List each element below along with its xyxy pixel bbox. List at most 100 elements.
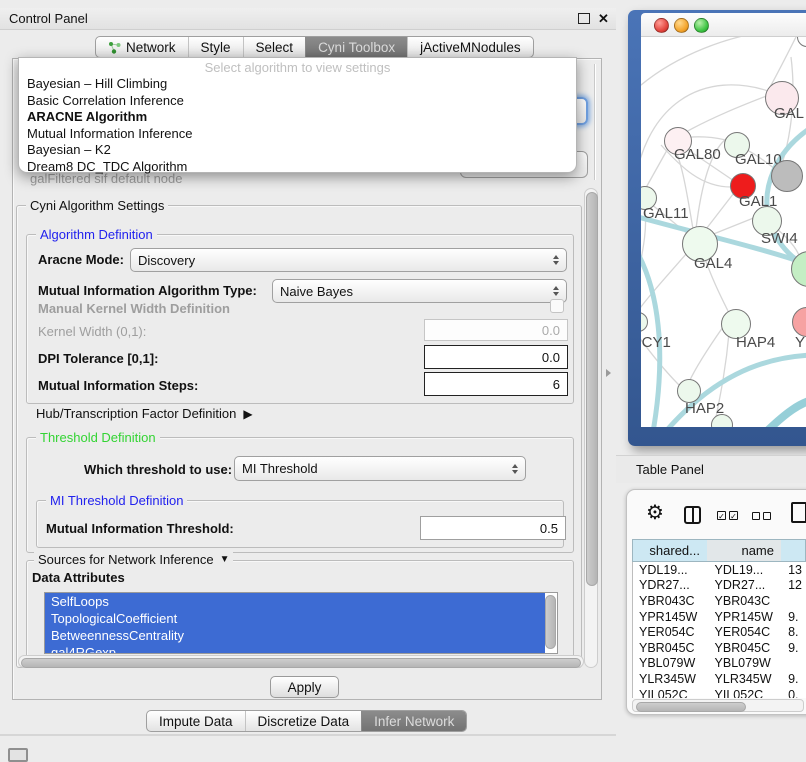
chevron-down-icon: ▼ (220, 554, 230, 565)
cell-value: 9. (782, 610, 806, 624)
tab-impute-data[interactable]: Impute Data (147, 711, 245, 731)
collapsed-panel-icon[interactable] (8, 748, 28, 762)
tab-discretize-data[interactable]: Discretize Data (245, 711, 362, 731)
algorithm-option[interactable]: Bayesian – Hill Climbing (19, 76, 576, 93)
table-row[interactable]: YER054CYER054C8. (633, 624, 806, 640)
close-window-icon[interactable] (654, 18, 669, 33)
node-label: Y (795, 334, 805, 351)
mi-steps-input[interactable]: 6 (424, 372, 568, 396)
network-canvas[interactable]: GAL GAL80 GAL10 GAL1 GAL11 SWI4 GAL4 GCY… (641, 37, 806, 427)
cell-value: 8. (782, 625, 806, 639)
table-row[interactable]: YBR045CYBR045C9. (633, 640, 806, 656)
node-label: GAL (774, 105, 804, 122)
attribute-item[interactable]: SelfLoops (45, 593, 545, 610)
table-row[interactable]: YIL052CYIL052C0. (633, 687, 806, 698)
algorithm-option[interactable]: Dream8 DC_TDC Algorithm (19, 159, 576, 176)
column-header-name[interactable]: name (707, 539, 782, 562)
control-panel-title: Control Panel (9, 11, 88, 26)
mi-steps-label: Mutual Information Steps: (38, 378, 198, 393)
kernel-width-input[interactable]: 0.0 (424, 319, 568, 341)
dpi-tolerance-input[interactable]: 0.0 (424, 345, 568, 369)
hide-columns-icon[interactable] (752, 512, 771, 520)
table-row[interactable]: YBR043CYBR043C (633, 593, 806, 609)
tab-impute-data-label: Impute Data (159, 714, 233, 729)
cell-shared-name: YER054C (633, 625, 709, 639)
cell-value: 9. (782, 672, 806, 686)
table-hscrollbar[interactable] (632, 699, 804, 712)
minimize-window-icon[interactable] (674, 18, 689, 33)
table-row[interactable]: YLR345WYLR345W9. (633, 671, 806, 687)
mi-type-select[interactable]: Naive Bayes (272, 279, 567, 303)
network-node[interactable] (771, 160, 803, 192)
column-header-partial[interactable] (781, 539, 806, 562)
sources-toggle[interactable]: Sources for Network Inference ▼ (34, 552, 233, 567)
column-header-shared-name[interactable]: shared... (632, 539, 708, 562)
dpi-tolerance-label: DPI Tolerance [0,1]: (38, 351, 158, 366)
control-panel-titlebar: Control Panel (0, 8, 616, 30)
network-window-titlebar[interactable] (641, 13, 806, 37)
list-scrollbar-thumb[interactable] (545, 595, 556, 649)
cell-name: YLR345W (709, 672, 783, 686)
settings-hscrollbar[interactable] (18, 655, 584, 668)
hub-definition-label: Hub/Transcription Factor Definition (36, 406, 236, 421)
attribute-item[interactable]: BetweennessCentrality (45, 627, 545, 644)
attribute-item[interactable]: TopologicalCoefficient (45, 610, 545, 627)
tab-select[interactable]: Select (243, 37, 306, 57)
node-label: GAL11 (643, 205, 689, 222)
column-header-label: shared... (649, 543, 700, 558)
settings-group-title: Cyni Algorithm Settings (26, 198, 168, 213)
apply-button-label: Apply (288, 680, 322, 695)
zoom-window-icon[interactable] (694, 18, 709, 33)
popup-prompt: Select algorithm to view settings (19, 60, 576, 76)
table-row[interactable]: YDR27...YDR27...12 (633, 578, 806, 594)
tab-style[interactable]: Style (188, 37, 243, 57)
split-table-icon[interactable] (684, 506, 701, 524)
chevron-right-icon: ▶ (243, 407, 252, 421)
settings-vscrollbar[interactable] (584, 188, 598, 668)
cell-value: 12 (782, 578, 806, 592)
attribute-item[interactable]: gal4RGexp (45, 644, 545, 654)
algorithm-option[interactable]: Basic Correlation Inference (19, 93, 576, 110)
float-window-icon[interactable] (578, 13, 590, 24)
settings-vscrollbar-thumb[interactable] (586, 192, 598, 586)
tab-cyni-toolbox[interactable]: Cyni Toolbox (305, 37, 407, 57)
table-row[interactable]: YPR145WYPR145W9. (633, 609, 806, 625)
cell-shared-name: YIL052C (633, 688, 709, 698)
show-columns-icon[interactable]: ✓✓ (717, 511, 738, 520)
spinner-arrows-icon (553, 255, 559, 265)
tab-network[interactable]: Network (96, 37, 188, 57)
tab-infer-network[interactable]: Infer Network (361, 711, 466, 731)
data-attributes-list: SelfLoops TopologicalCoefficient Between… (44, 592, 558, 654)
cell-shared-name: YDL19... (633, 563, 709, 577)
threshold-group-title: Threshold Definition (36, 430, 160, 445)
mi-type-value: Naive Bayes (280, 284, 353, 299)
algorithm-option[interactable]: Bayesian – K2 (19, 142, 576, 159)
table-row[interactable]: YDL19...YDL19...13 (633, 562, 806, 578)
mi-type-label: Mutual Information Algorithm Type: (38, 283, 257, 298)
file-icon[interactable] (791, 502, 806, 523)
cell-shared-name: YDR27... (633, 578, 709, 592)
algorithm-option-selected[interactable]: ARACNE Algorithm (19, 109, 576, 126)
settings-hscrollbar-thumb[interactable] (21, 658, 581, 668)
table-hscrollbar-thumb[interactable] (636, 702, 746, 712)
node-label: GAL4 (694, 255, 732, 272)
tab-cyni-toolbox-label: Cyni Toolbox (318, 40, 395, 55)
manual-kernel-checkbox[interactable] (550, 299, 564, 313)
hub-definition-toggle[interactable]: Hub/Transcription Factor Definition ▶ (36, 406, 253, 421)
hidden-groupbox-edge (594, 64, 595, 180)
close-panel-icon[interactable]: ✕ (598, 12, 609, 25)
cell-shared-name: YBR045C (633, 641, 709, 655)
aracne-mode-select[interactable]: Discovery (130, 248, 567, 272)
mi-threshold-input[interactable]: 0.5 (420, 516, 566, 540)
algorithm-option[interactable]: Mutual Information Inference (19, 126, 576, 143)
control-panel-tabbar: Network Style Select Cyni Toolbox jActiv… (95, 36, 534, 58)
table-row[interactable]: YBL079WYBL079W (633, 656, 806, 672)
cell-shared-name: YPR145W (633, 610, 709, 624)
algorithm-dropdown-popup: Select algorithm to view settings Bayesi… (18, 57, 577, 173)
gear-icon[interactable]: ⚙ (646, 503, 664, 523)
splitter-arrow-icon[interactable] (606, 369, 611, 377)
apply-button[interactable]: Apply (270, 676, 339, 698)
tab-jactivemnodules[interactable]: jActiveMNodules (407, 37, 533, 57)
which-threshold-select[interactable]: MI Threshold (234, 456, 526, 481)
spinner-arrows-icon (553, 286, 559, 296)
